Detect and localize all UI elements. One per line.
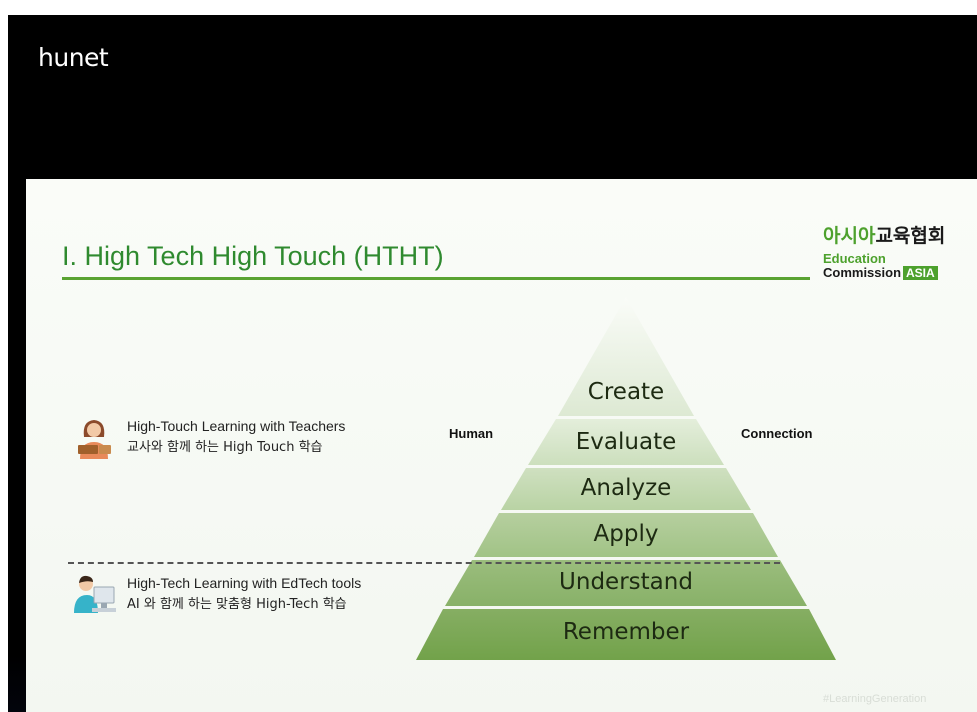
high-touch-description: High-Touch Learning with Teachers 교사와 함께…	[127, 416, 345, 458]
high-touch-line2: 교사와 함께 하는 High Touch 학습	[127, 440, 323, 455]
high-touch-line1: High-Touch Learning with Teachers	[127, 418, 346, 434]
pyramid-label-remember: Remember	[562, 619, 690, 645]
hashtag-watermark: #LearningGeneration	[823, 693, 927, 705]
hunet-logo: hunet	[38, 43, 109, 72]
connection-label: Connection	[741, 426, 813, 441]
high-tech-line2: AI 와 함께 하는 맞춤형 High-Tech 학습	[127, 597, 347, 612]
video-frame: hunet I. High Tech High Touch (HTHT) 아시아…	[8, 15, 977, 712]
pyramid-label-apply: Apply	[593, 521, 659, 547]
pyramid-label-understand: Understand	[559, 569, 693, 595]
pyramid-label-evaluate: Evaluate	[575, 429, 677, 455]
student-computer-icon	[74, 575, 116, 613]
teacher-icon	[78, 420, 111, 459]
pyramid-label-analyze: Analyze	[580, 475, 672, 501]
divider-dashed-line	[68, 562, 780, 564]
presentation-slide: I. High Tech High Touch (HTHT) 아시아교육협회 E…	[26, 179, 977, 712]
high-tech-description: High-Tech Learning with EdTech tools AI …	[127, 573, 361, 615]
pyramid-label-create: Create	[587, 379, 665, 405]
human-label: Human	[449, 426, 494, 441]
high-tech-line1: High-Tech Learning with EdTech tools	[127, 575, 362, 591]
